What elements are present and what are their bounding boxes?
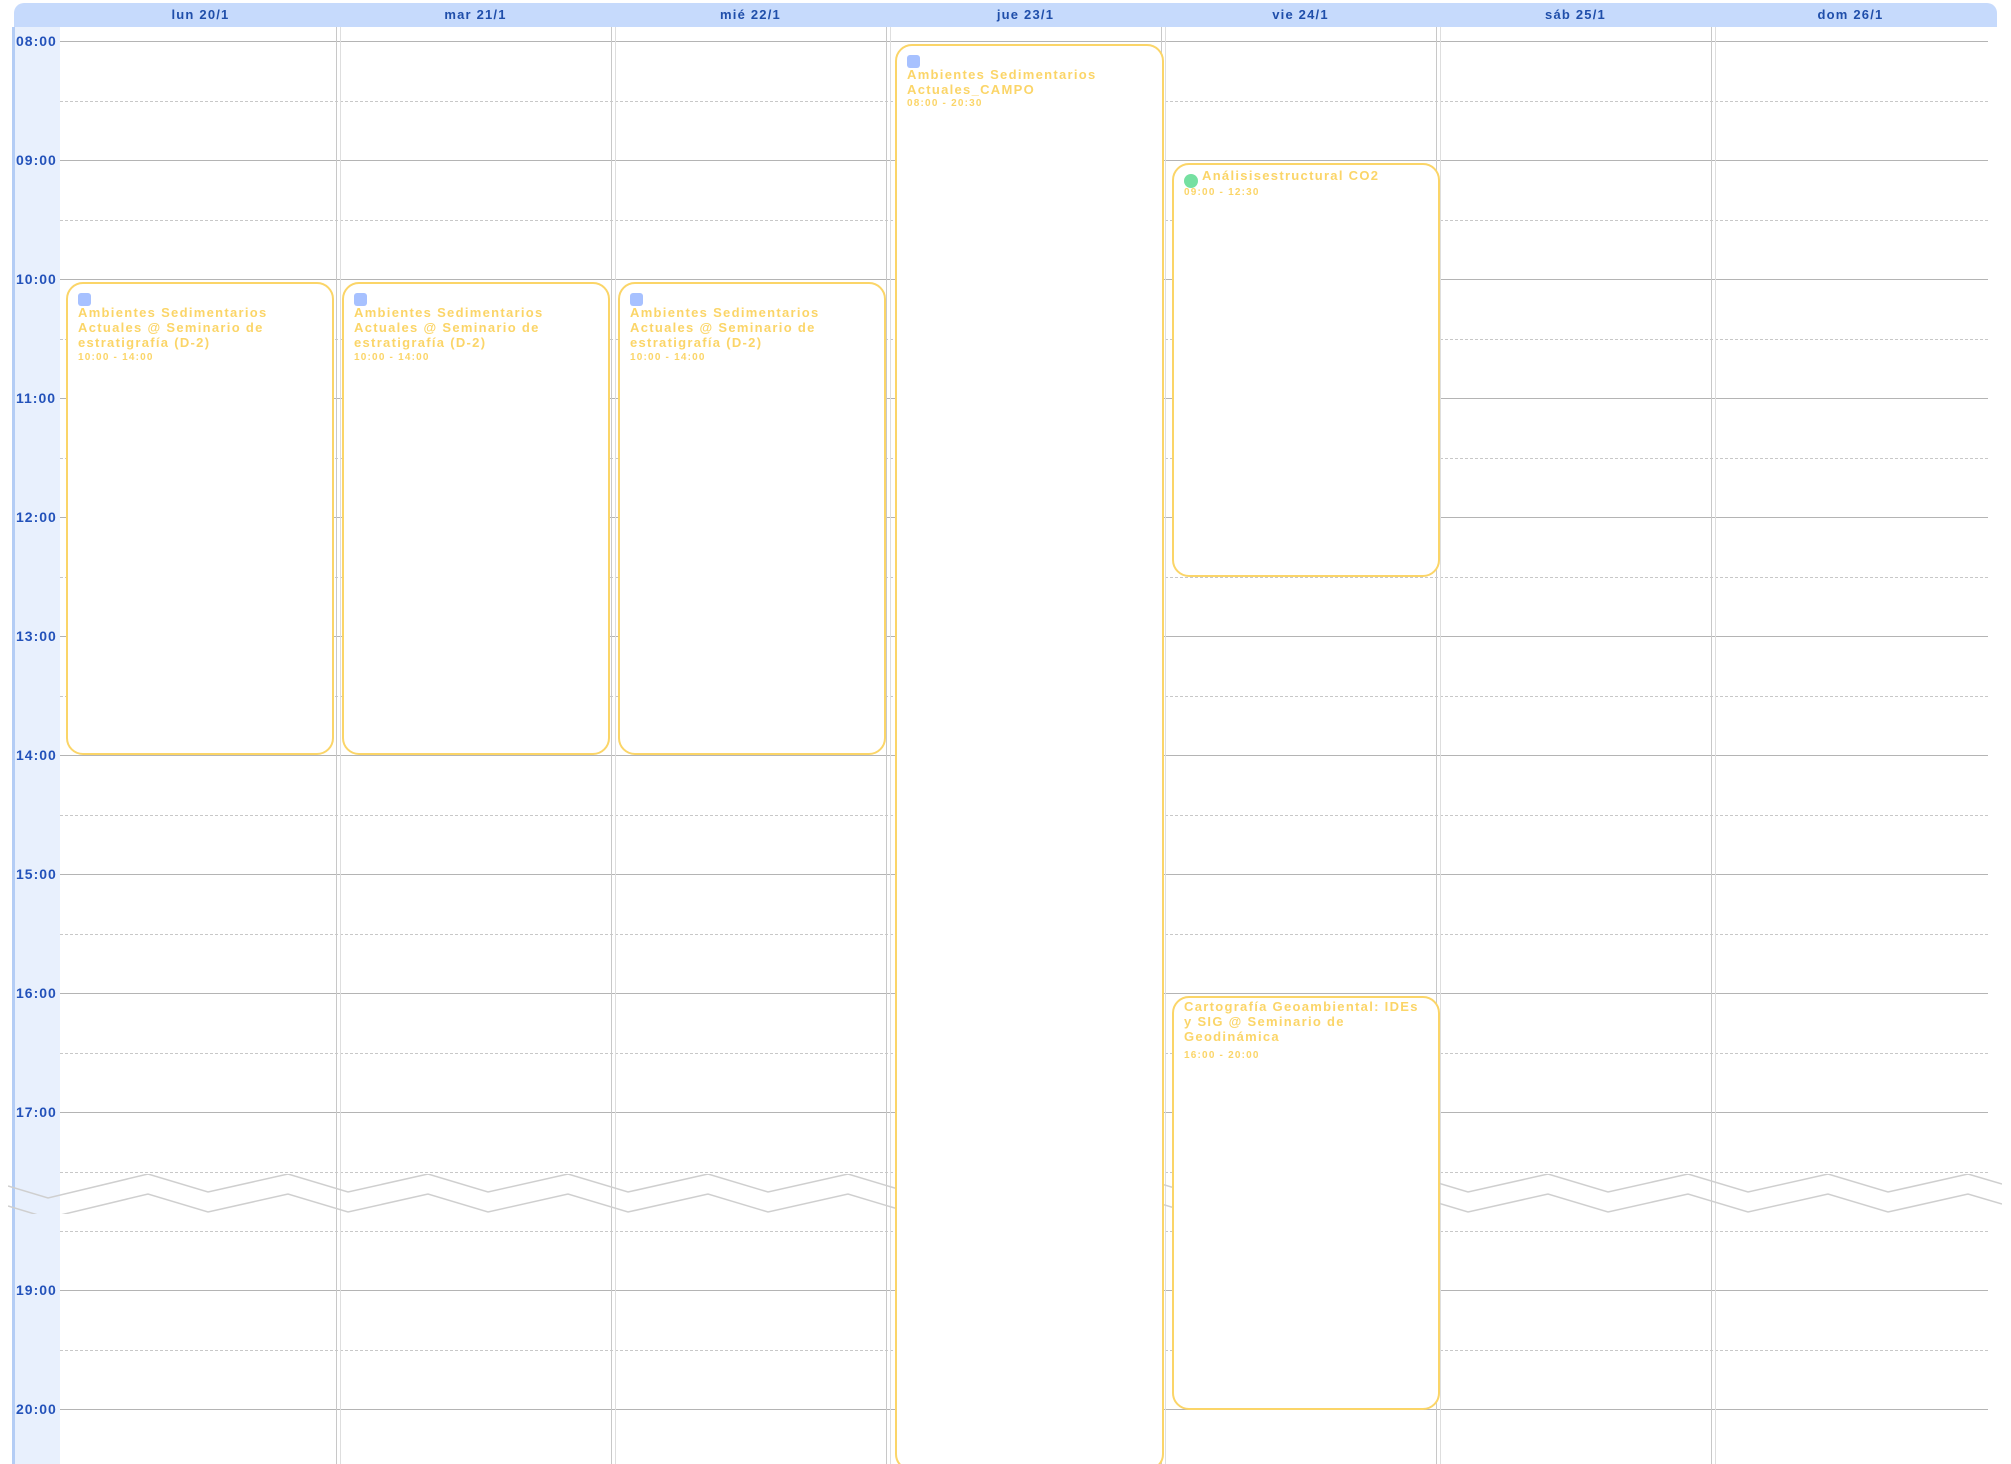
time-label-2000: 20:00: [16, 1401, 57, 1417]
event-time: 10:00 - 14:00: [354, 352, 430, 363]
weekly-calendar: lun 20/1 mar 21/1 mié 22/1 jue 23/1 vie …: [0, 0, 2011, 1464]
day-header-monday[interactable]: lun 20/1: [63, 3, 338, 27]
event-time: 08:00 - 20:30: [907, 98, 983, 109]
event-time: 10:00 - 14:00: [630, 352, 706, 363]
day-column-divider: [336, 27, 341, 1464]
event-title: Ambientes Sedimentarios Actuales @ Semin…: [78, 305, 268, 350]
day-column-divider: [1711, 27, 1716, 1464]
day-header-sunday[interactable]: dom 26/1: [1713, 3, 1988, 27]
event-title: Ambientes Sedimentarios Actuales_CAMPO: [907, 67, 1097, 97]
time-label-1200: 12:00: [16, 509, 57, 525]
day-column-divider: [886, 27, 891, 1464]
time-label-1400: 14:00: [16, 747, 57, 763]
event-card-tuesday-ambientes[interactable]: Ambientes Sedimentarios Actuales @ Semin…: [342, 282, 610, 755]
day-header-saturday[interactable]: sáb 25/1: [1438, 3, 1713, 27]
day-header-thursday[interactable]: jue 23/1: [888, 3, 1163, 27]
event-card-monday-ambientes[interactable]: Ambientes Sedimentarios Actuales @ Semin…: [66, 282, 334, 755]
event-title: Ambientes Sedimentarios Actuales @ Semin…: [630, 305, 820, 350]
day-column-divider: [611, 27, 616, 1464]
event-title: Análisisestructural CO2: [1202, 168, 1380, 183]
hour-line: [60, 41, 1988, 42]
time-label-1000: 10:00: [16, 271, 57, 287]
time-label-1500: 15:00: [16, 866, 57, 882]
time-label-0800: 08:00: [16, 33, 57, 49]
event-time: 10:00 - 14:00: [78, 352, 154, 363]
day-header-tuesday[interactable]: mar 21/1: [338, 3, 613, 27]
time-label-0900: 09:00: [16, 152, 57, 168]
event-title: Ambientes Sedimentarios Actuales @ Semin…: [354, 305, 544, 350]
event-time: 09:00 - 12:30: [1184, 187, 1260, 198]
event-card-thursday-campo[interactable]: Ambientes Sedimentarios Actuales_CAMPO 0…: [895, 44, 1164, 1464]
time-label-1600: 16:00: [16, 985, 57, 1001]
event-title: Cartografía Geoambiental: IDEs y SIG @ S…: [1184, 999, 1419, 1044]
day-header-wednesday[interactable]: mié 22/1: [613, 3, 888, 27]
green-dot-icon: [1184, 174, 1198, 188]
event-card-friday-analisis[interactable]: Análisisestructural CO2 09:00 - 12:30: [1172, 163, 1440, 577]
day-header-friday[interactable]: vie 24/1: [1163, 3, 1438, 27]
time-label-1100: 11:00: [16, 390, 57, 406]
time-label-1300: 13:00: [16, 628, 57, 644]
event-time: 16:00 - 20:00: [1184, 1050, 1260, 1061]
event-card-wednesday-ambientes[interactable]: Ambientes Sedimentarios Actuales @ Semin…: [618, 282, 886, 755]
time-label-1700: 17:00: [16, 1104, 57, 1120]
event-card-friday-cartografia[interactable]: Cartografía Geoambiental: IDEs y SIG @ S…: [1172, 996, 1440, 1410]
time-label-1900: 19:00: [16, 1282, 57, 1298]
